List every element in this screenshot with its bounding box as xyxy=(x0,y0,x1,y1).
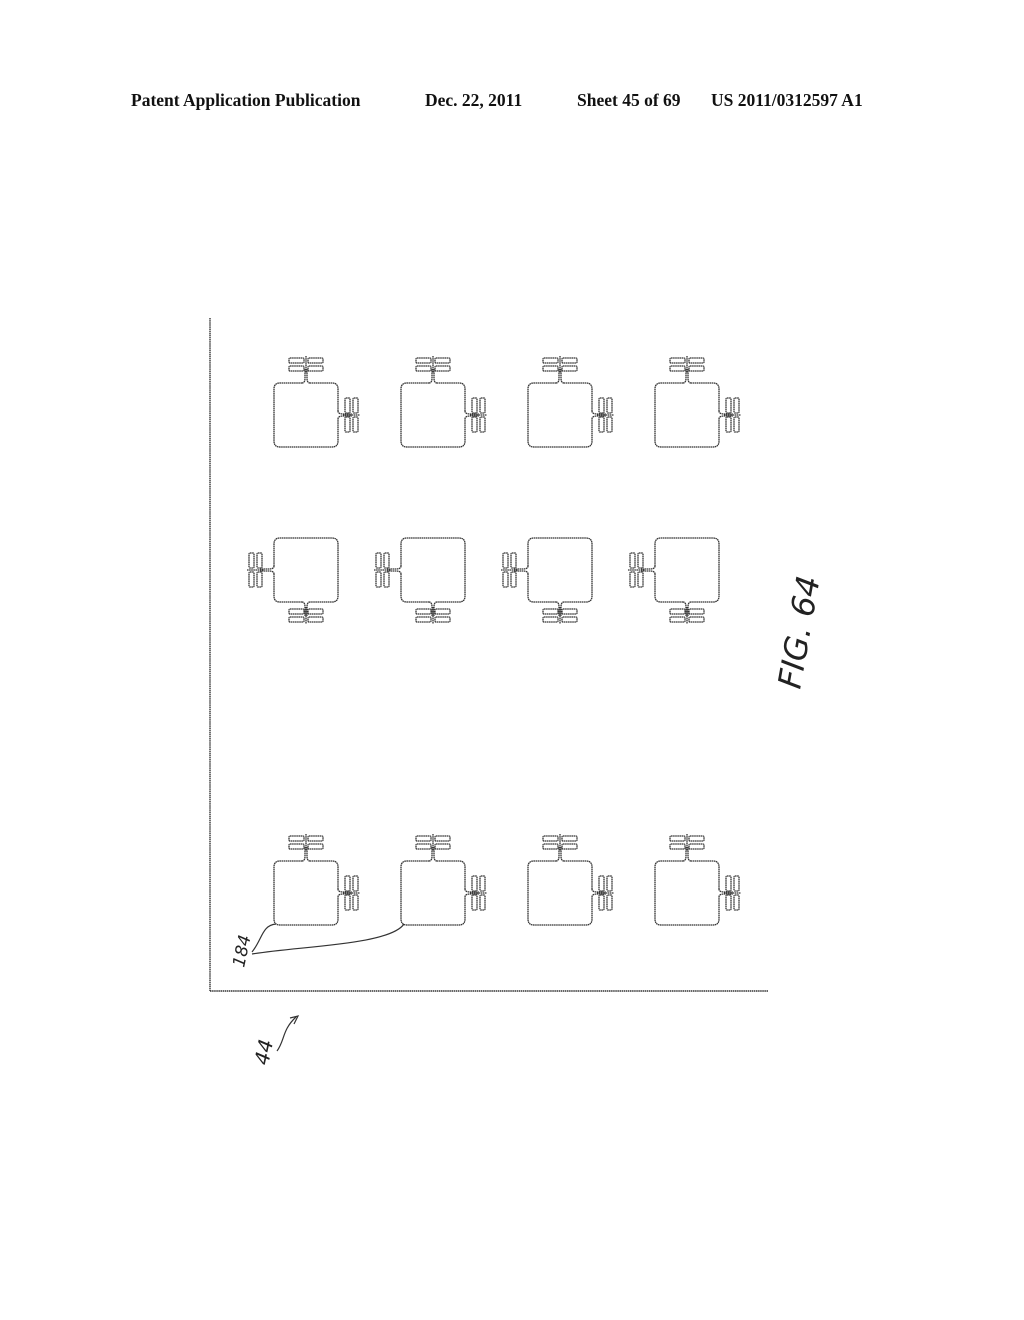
sensor-loop xyxy=(400,860,466,926)
electrode-tab xyxy=(415,356,451,373)
electrode-tab xyxy=(542,834,578,851)
label-44: 44 xyxy=(249,1037,278,1067)
electrode-tab xyxy=(597,875,614,911)
sensor-cell xyxy=(654,356,741,448)
sensor-loop xyxy=(654,382,720,448)
sensor-cell xyxy=(273,834,360,926)
electrode-tab xyxy=(669,834,705,851)
electrode-tab xyxy=(288,834,324,851)
electrode-tab xyxy=(724,875,741,911)
electrode-tab xyxy=(669,356,705,373)
sensor-loop xyxy=(527,860,593,926)
electrode-tab xyxy=(343,397,360,433)
sensor-loop xyxy=(527,382,593,448)
leader-line-184-a xyxy=(251,923,277,953)
electrode-tab xyxy=(288,356,324,373)
electrode-tab xyxy=(288,607,324,624)
sensor-cell xyxy=(247,537,339,624)
sensor-cell xyxy=(527,356,614,448)
electrode-tab xyxy=(343,875,360,911)
electrode-tab xyxy=(470,875,487,911)
sensor-cell xyxy=(273,356,360,448)
sensor-cell xyxy=(374,537,466,624)
sensor-cell xyxy=(628,537,720,624)
sensor-loop xyxy=(527,537,593,603)
electrode-tab xyxy=(501,552,518,588)
electrode-tab xyxy=(628,552,645,588)
figure-drawing: 184 44 FIG. 64 xyxy=(209,318,828,1067)
electrode-tab xyxy=(597,397,614,433)
sensor-cell xyxy=(400,356,487,448)
leader-arrow-44 xyxy=(276,1016,297,1052)
electrode-tab xyxy=(542,356,578,373)
electrode-tab xyxy=(415,834,451,851)
electrode-tab xyxy=(247,552,264,588)
electrode-tab xyxy=(415,607,451,624)
sensor-loop xyxy=(273,860,339,926)
sensor-loop xyxy=(400,382,466,448)
electrode-tab xyxy=(470,397,487,433)
sensor-loop xyxy=(654,537,720,603)
sensor-loop xyxy=(654,860,720,926)
sensor-grid xyxy=(247,356,741,926)
sensor-cell xyxy=(501,537,593,624)
sensor-cell xyxy=(654,834,741,926)
leader-line-184-b xyxy=(251,923,405,955)
sensor-loop xyxy=(400,537,466,603)
sensor-cell xyxy=(400,834,487,926)
electrode-tab xyxy=(724,397,741,433)
sensor-loop xyxy=(273,537,339,603)
electrode-tab xyxy=(542,607,578,624)
electrode-tab xyxy=(374,552,391,588)
sensor-cell xyxy=(527,834,614,926)
sensor-loop xyxy=(273,382,339,448)
label-184: 184 xyxy=(229,933,255,969)
electrode-tab xyxy=(669,607,705,624)
figure-title: FIG. 64 xyxy=(770,573,827,692)
